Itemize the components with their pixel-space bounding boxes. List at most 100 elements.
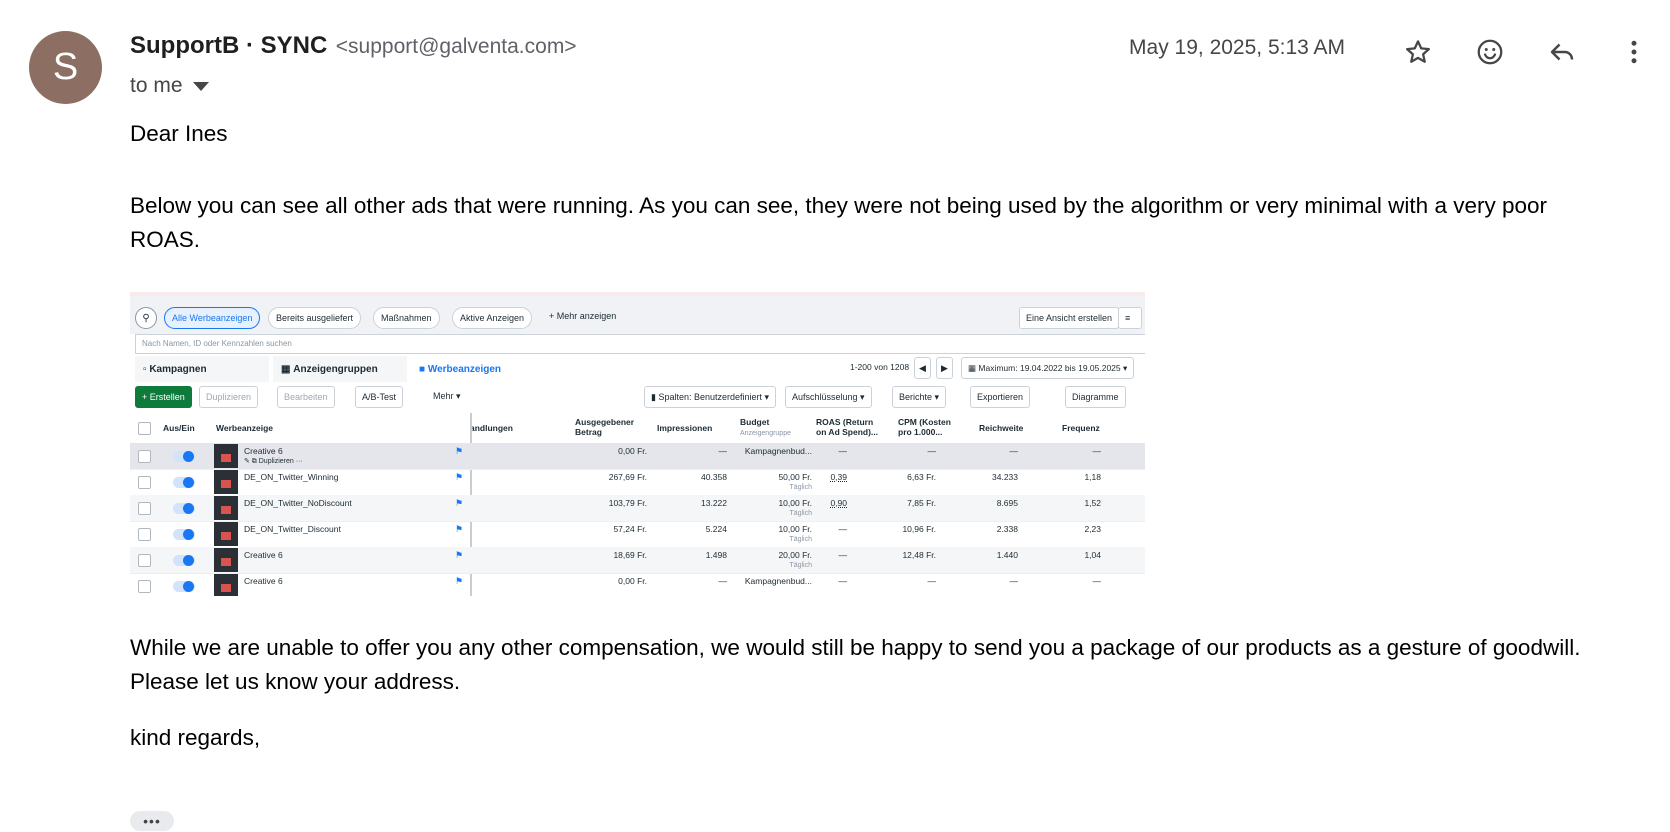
next-icon: ▶ <box>936 357 953 379</box>
charts-button: Diagramme <box>1065 386 1126 408</box>
cell-freq: 1,04 <box>1084 550 1101 560</box>
cell-budget: 20,00 Fr. <box>778 550 812 560</box>
cell-freq: — <box>1092 576 1102 586</box>
row-toggle <box>173 451 195 462</box>
recipient-toggle[interactable]: to me <box>130 74 209 98</box>
emoji-button[interactable] <box>1454 32 1526 72</box>
create-view-button: Eine Ansicht erstellen <box>1019 307 1120 329</box>
cell-spent: 0,00 Fr. <box>618 576 647 586</box>
row-checkbox <box>138 528 151 541</box>
paragraph-1: Below you can see all other ads that wer… <box>130 193 1548 252</box>
more-filters: + Mehr anzeigen <box>549 311 617 321</box>
cell-spent: 57,24 Fr. <box>613 524 647 534</box>
embedded-ads-screenshot[interactable]: ⚲ Alle Werbeanzeigen Bereits ausgeliefer… <box>130 292 1145 596</box>
col-actions: andlungen <box>470 423 513 433</box>
table-row: Creative 6 ⚑ 0,00 Fr. — Kampagnenbud... — — — — <box>130 573 1145 596</box>
cell-impr: 40.358 <box>701 472 727 482</box>
recipient-label: to me <box>130 74 183 97</box>
table-header: Aus/Ein Werbeanzeige andlungen Ausgegebe… <box>130 413 1145 444</box>
table-row: Creative 6 ⚑ ✎ ⧉ Duplizieren ··· 0,00 Fr. — K… <box>130 443 1145 470</box>
filter-chip: Alle Werbeanzeigen <box>164 307 261 329</box>
row-checkbox <box>138 502 151 515</box>
show-trimmed-content-button[interactable]: ••• <box>130 811 174 831</box>
abtest-button: A/B-Test <box>355 386 404 408</box>
col-spent: Ausgegebener Betrag <box>575 417 635 437</box>
col-onoff: Aus/Ein <box>163 423 195 433</box>
table-row: DE_ON_Twitter_Winning ⚑ 267,69 Fr. 40.358 50… <box>130 469 1145 496</box>
cell-budget: Kampagnenbud... <box>744 576 812 586</box>
cell-reach: 1.440 <box>996 550 1018 560</box>
filter-chip: Maßnahmen <box>373 307 440 329</box>
col-reach: Reichweite <box>979 423 1024 433</box>
row-toggle <box>173 581 195 592</box>
col-budget: Budget Anzeigengruppe <box>740 417 791 437</box>
pagination: 1-200 von 1208 <box>850 362 910 372</box>
paragraph-2: While we are unable to offer you any oth… <box>130 635 1581 694</box>
ad-thumbnail <box>214 496 238 520</box>
cell-freq: 2,23 <box>1084 524 1101 534</box>
table-row: Creative 6 ⚑ 18,69 Fr. 1.498 20,00 Fr. Täglic… <box>130 547 1145 574</box>
cell-spent: 267,69 Fr. <box>608 472 647 482</box>
cell-cpm: 10,96 Fr. <box>902 524 936 534</box>
ad-name: Creative 6 <box>244 550 283 560</box>
reply-button[interactable] <box>1526 32 1598 72</box>
select-all-checkbox <box>138 422 151 435</box>
pin-icon: ⚑ <box>455 550 464 560</box>
duplicate-button: Duplizieren <box>199 386 259 408</box>
tab-adsets: ▦ Anzeigengruppen <box>273 356 407 382</box>
cell-cpm: 12,48 Fr. <box>902 550 936 560</box>
col-cpm: CPM (Kosten pro 1.000... <box>898 417 951 437</box>
cell-reach: 34.233 <box>992 472 1018 482</box>
settings-icon: ≡ <box>1118 307 1142 329</box>
star-icon <box>1406 40 1430 63</box>
row-toggle <box>173 503 195 514</box>
cell-freq: 1,52 <box>1084 498 1101 508</box>
pin-icon: ⚑ <box>455 524 464 534</box>
pin-icon: ⚑ <box>455 472 464 482</box>
cell-reach: — <box>1009 446 1019 456</box>
cell-roas: — <box>838 446 848 456</box>
filter-bar: ⚲ Alle Werbeanzeigen Bereits ausgeliefer… <box>130 296 1145 334</box>
cell-spent: 103,79 Fr. <box>608 498 647 508</box>
sender-name: SupportB · SYNC <box>130 32 328 59</box>
more-options-button[interactable] <box>1598 32 1670 72</box>
filter-chip: Aktive Anzeigen <box>452 307 533 329</box>
columns-button: ▮ Spalten: Benutzerdefiniert ▾ <box>644 386 777 408</box>
row-checkbox <box>138 580 151 593</box>
row-toggle <box>173 529 195 540</box>
cell-cpm: 6,63 Fr. <box>907 472 936 482</box>
email-actions <box>1382 32 1670 72</box>
col-ad: Werbeanzeige <box>216 423 274 433</box>
tab-campaigns: ▫ Kampagnen <box>135 356 269 382</box>
cell-budget-sub: Täglich <box>789 536 812 543</box>
search-icon: ⚲ <box>135 307 157 329</box>
col-freq: Frequenz <box>1062 423 1100 433</box>
reports-button: Berichte ▾ <box>892 386 947 408</box>
table-row: DE_ON_Twitter_NoDiscount ⚑ 103,79 Fr. 13.22… <box>130 495 1145 522</box>
cell-budget: 50,00 Fr. <box>778 472 812 482</box>
cell-budget-sub: Täglich <box>789 562 812 569</box>
star-button[interactable] <box>1382 32 1454 72</box>
ad-thumbnail <box>214 574 238 596</box>
row-toggle <box>173 555 195 566</box>
more-menu: Mehr ▾ <box>433 391 461 401</box>
ad-thumbnail <box>214 522 238 546</box>
more-vert-icon <box>1631 40 1637 64</box>
export-button: Exportieren <box>970 386 1031 408</box>
create-button: + Erstellen <box>135 386 192 408</box>
cell-impr: — <box>718 576 728 586</box>
cell-freq: 1,18 <box>1084 472 1101 482</box>
ad-name: DE_ON_Twitter_Discount <box>244 524 341 534</box>
tab-ads: ■ Werbeanzeigen <box>411 356 545 382</box>
date-range: ▦ Maximum: 19.04.2022 bis 19.05.2025 ▾ <box>961 357 1135 379</box>
cell-impr: 13.222 <box>701 498 727 508</box>
email-header: SupportB · SYNC <support@galventa.com> t… <box>130 32 1670 112</box>
cell-roas: — <box>838 524 848 534</box>
cell-spent: 18,69 Fr. <box>613 550 647 560</box>
cell-cpm: — <box>927 446 937 456</box>
cell-impr: 1.498 <box>705 550 727 560</box>
cell-budget: 10,00 Fr. <box>778 524 812 534</box>
row-checkbox <box>138 476 151 489</box>
prev-icon: ◀ <box>914 357 931 379</box>
cell-roas: — <box>838 576 848 586</box>
